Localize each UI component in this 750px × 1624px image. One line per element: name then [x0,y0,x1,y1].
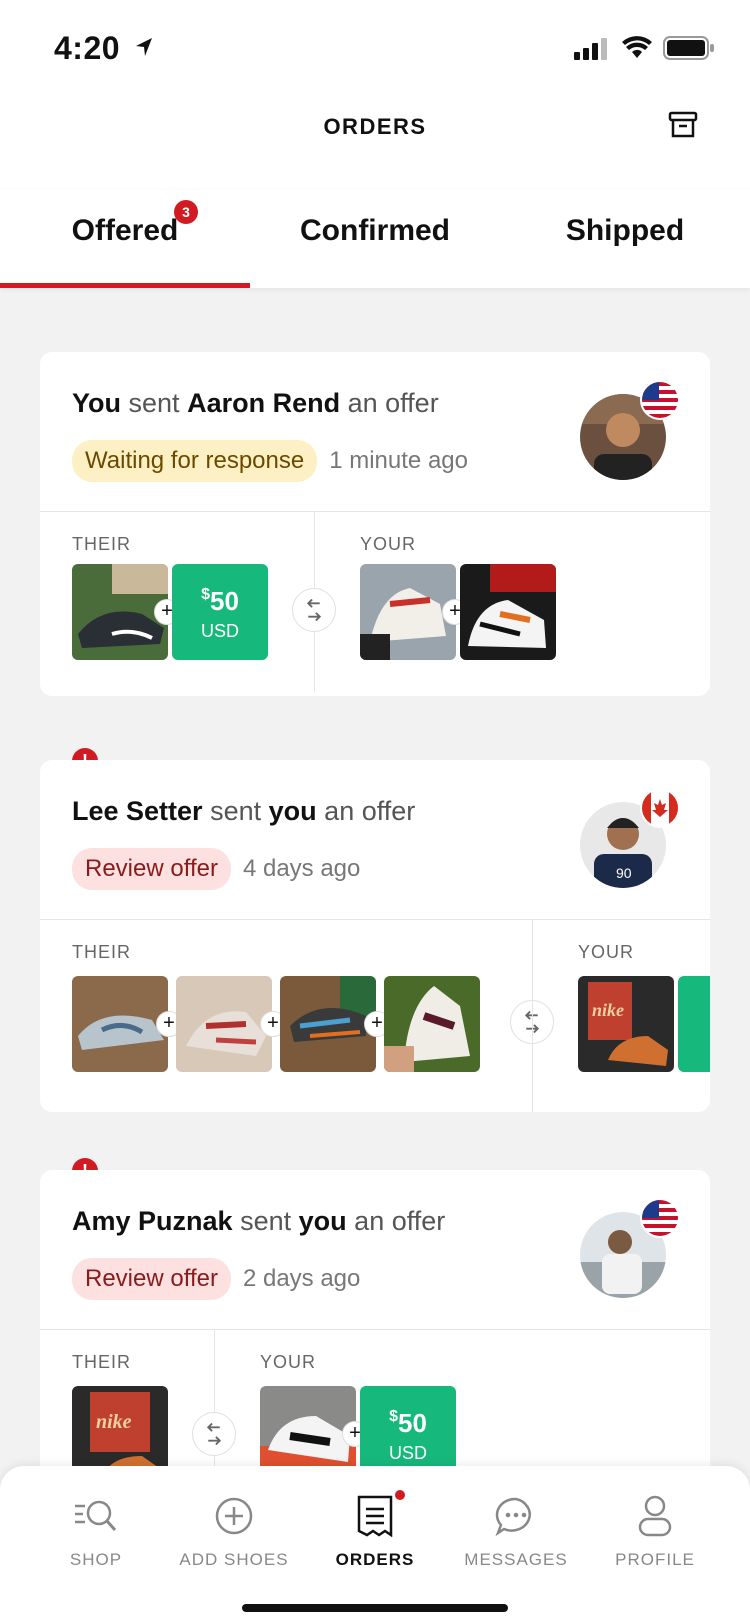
offer-title: Lee Setter sent you an offer [72,796,415,827]
nav-orders-label: ORDERS [335,1550,415,1569]
their-label: THEIR [72,534,131,554]
canada-flag-icon [640,788,680,828]
their-label: THEIR [72,1352,131,1372]
nav-profile[interactable]: PROFILE [585,1490,725,1570]
offer-card-header: Amy Puznak sent you an offer Review offe… [40,1170,710,1330]
chat-bubble-icon [446,1490,586,1542]
svg-text:nike: nike [96,1411,132,1433]
offer-verb: sent [210,796,262,826]
offer-sender: Lee Setter [72,796,203,826]
offer-time: 2 days ago [242,1265,361,1292]
tab-confirmed[interactable]: Confirmed [250,190,500,288]
person-icon [585,1490,725,1542]
cellular-signal-icon [574,38,607,60]
notification-dot [393,1488,407,1502]
offer-sender: Amy Puznak [72,1206,233,1236]
receipt-icon [305,1488,445,1542]
us-flag-icon [640,380,680,420]
offer-sender: You [72,388,121,418]
offer-card-header: Lee Setter sent you an offer Review offe… [40,760,710,920]
offer-recipient: you [298,1206,347,1236]
trade-section: THEIR + $50 USD YOUR + [40,512,710,692]
order-tabs: Offered 3 Confirmed Shipped [0,190,750,288]
their-cash-tile[interactable]: $50 USD [172,564,268,660]
tab-offered-label: Offered [71,214,179,247]
their-label: THEIR [72,942,131,962]
cash-amount: $50 [360,1408,456,1439]
nav-profile-label: PROFILE [615,1550,695,1569]
their-shoe-thumbnail[interactable] [176,976,272,1072]
status-badge: Review offer [72,1258,231,1300]
offer-verb: sent [240,1206,292,1236]
plus-circle-icon [164,1490,304,1542]
svg-text:nike: nike [592,1000,624,1020]
battery-icon [663,36,714,60]
your-label: YOUR [360,534,417,554]
their-shoe-thumbnail[interactable] [384,976,480,1072]
swap-arrows-icon [292,588,336,632]
offer-time: 4 days ago [242,855,361,882]
location-arrow-icon [136,38,152,56]
trade-divider [532,920,533,1112]
your-cash-tile[interactable] [678,976,710,1072]
cash-currency: USD [388,1443,427,1463]
swap-arrows-icon [192,1412,236,1456]
offer-title: You sent Aaron Rend an offer [72,388,439,419]
tab-offered[interactable]: Offered 3 [0,190,250,288]
offer-card[interactable]: Lee Setter sent you an offer Review offe… [40,760,710,1112]
nav-add-shoes[interactable]: ADD SHOES [164,1490,304,1570]
tab-shipped[interactable]: Shipped [500,190,750,288]
nav-shop-label: SHOP [69,1550,123,1569]
status-badge: Waiting for response [72,440,318,482]
nav-shop[interactable]: SHOP [26,1490,166,1570]
offer-suffix: an offer [324,796,416,826]
wifi-icon [622,36,652,58]
your-shoe-thumbnail[interactable] [460,564,556,660]
their-shoe-thumbnail[interactable] [280,976,376,1072]
status-badge: Review offer [72,848,231,890]
tab-confirmed-label: Confirmed [300,214,450,247]
offer-time: 1 minute ago [329,447,468,474]
nav-orders[interactable]: ORDERS [305,1488,445,1570]
trade-section: THEIR + + + YOUR nike [40,920,710,1112]
offer-status-row: Review offer 4 days ago [72,848,360,890]
shop-search-icon [26,1490,166,1542]
offer-card[interactable]: You sent Aaron Rend an offer Waiting for… [40,352,710,696]
offer-verb: sent [128,388,180,418]
cash-currency: USD [200,621,239,641]
offer-suffix: an offer [347,388,439,418]
bottom-nav: SHOP ADD SHOES ORDERS MESSAGES PROFILE [0,1466,750,1624]
currency-symbol: $ [201,586,210,603]
status-time: 4:20 [54,30,121,66]
offer-card-header: You sent Aaron Rend an offer Waiting for… [40,352,710,512]
your-shoe-thumbnail[interactable]: nike [578,976,674,1072]
offer-recipient: you [268,796,317,826]
nav-messages-label: MESSAGES [464,1550,568,1569]
your-label: YOUR [260,1352,317,1372]
offer-status-row: Review offer 2 days ago [72,1258,360,1300]
tab-shipped-label: Shipped [565,214,685,247]
cash-value: 50 [209,586,239,616]
currency-symbol: $ [389,1408,398,1425]
page-header: ORDERS [0,96,750,190]
your-label: YOUR [578,942,635,962]
svg-text:90: 90 [616,865,632,881]
cash-amount: $50 [172,586,268,617]
offer-suffix: an offer [354,1206,446,1236]
their-shoe-thumbnail[interactable] [72,976,168,1072]
page-title: ORDERS [323,114,427,139]
us-flag-icon [640,1198,680,1238]
home-indicator [242,1604,508,1612]
offer-title: Amy Puznak sent you an offer [72,1206,445,1237]
offer-recipient: Aaron Rend [187,388,341,418]
cash-value: 50 [397,1408,427,1438]
status-bar: 4:20 [0,0,750,96]
tab-offered-badge: 3 [174,200,198,224]
nav-add-shoes-label: ADD SHOES [179,1550,289,1569]
nav-messages[interactable]: MESSAGES [446,1490,586,1570]
archive-icon[interactable] [668,110,698,140]
offer-status-row: Waiting for response 1 minute ago [72,440,468,482]
